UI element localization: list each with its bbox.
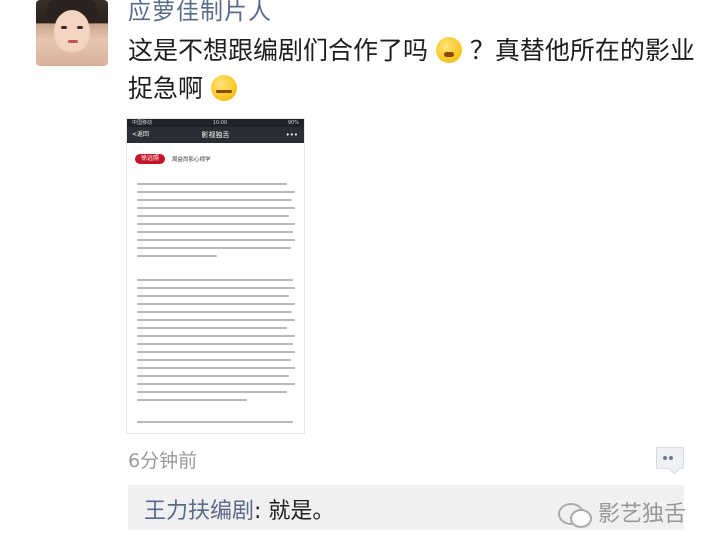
phone-more-icon: •••: [285, 131, 298, 139]
paragraph-line: [137, 295, 289, 297]
paragraph-line: [137, 255, 217, 257]
phone-nav-title: 影视独舌: [201, 131, 230, 139]
paragraph-line: [137, 231, 293, 233]
sly-smile-emoji-icon: [210, 75, 237, 101]
avatar-face: [54, 10, 90, 52]
phone-article-badge: 徐远照: [135, 154, 166, 164]
phone-carrier: 中国移动: [132, 120, 153, 126]
comment-bubble-tail: [669, 464, 680, 475]
paragraph-line: [137, 391, 287, 393]
paragraph-line: [137, 319, 295, 321]
phone-nav-bar: <返回 影视独舌 •••: [127, 127, 304, 143]
avatar-eye-left: [61, 26, 67, 29]
paragraph-line: [137, 247, 291, 249]
paragraph-line: [137, 183, 287, 185]
comment-dot-icon: [669, 456, 673, 460]
comment-dot-icon: [663, 456, 667, 460]
comment-content: 就是。: [268, 499, 335, 524]
paragraph-line: [137, 383, 295, 385]
thinking-emoji-icon: [435, 37, 462, 63]
post-text-main: 这是不想跟编剧们合作了吗: [128, 36, 429, 65]
paragraph-line: [137, 359, 291, 361]
wechat-icon: [558, 497, 592, 528]
paragraph-line: [137, 367, 295, 369]
paragraph-line: [137, 239, 295, 241]
phone-time: 10:00: [212, 120, 228, 126]
phone-back-button: <返回: [132, 131, 150, 138]
paragraph-line: [137, 351, 295, 353]
paragraph-line: [137, 327, 287, 329]
paragraph-line: [137, 399, 247, 401]
watermark-text: 影艺独舌: [598, 502, 687, 527]
paragraph-line: [137, 191, 295, 193]
paragraph-line: [137, 207, 295, 209]
comment-author[interactable]: 王力扶编剧: [144, 499, 254, 524]
paragraph-line: [137, 343, 293, 345]
comment-separator: :: [254, 499, 269, 524]
phone-battery: 90%: [287, 120, 299, 126]
paragraph-line: [137, 215, 289, 217]
paragraph-line: [137, 421, 293, 423]
avatar[interactable]: [36, 0, 108, 66]
paragraph-line: [137, 303, 295, 305]
post-text: 这是不想跟编剧们合作了吗 ？真替他所在的影业捉急啊: [128, 32, 698, 108]
comment-button[interactable]: [656, 447, 684, 475]
paragraph-line: [137, 335, 295, 337]
paragraph-line: [137, 223, 295, 225]
post-timestamp: 6分钟前: [128, 450, 198, 472]
paragraph-line: [137, 375, 289, 377]
phone-status-bar: 中国移动 10:00 90%: [127, 119, 304, 127]
embedded-screenshot[interactable]: 中国移动 10:00 90% <返回 影视独舌 ••• 徐远照 周益尚影心视学: [126, 118, 305, 434]
phone-article-subhead: 周益尚影心视学: [172, 157, 211, 163]
watermark: 影艺独舌: [558, 496, 686, 528]
paragraph-line: [137, 279, 293, 281]
avatar-mouth: [68, 40, 78, 43]
paragraph-line: [137, 199, 292, 201]
comment-item[interactable]: 王力扶编剧: 就是。: [144, 493, 334, 525]
avatar-eye-right: [77, 26, 83, 29]
paragraph-line: [137, 311, 292, 313]
paragraph-line: [137, 287, 295, 289]
username[interactable]: 应萝佳制片人: [128, 0, 272, 26]
